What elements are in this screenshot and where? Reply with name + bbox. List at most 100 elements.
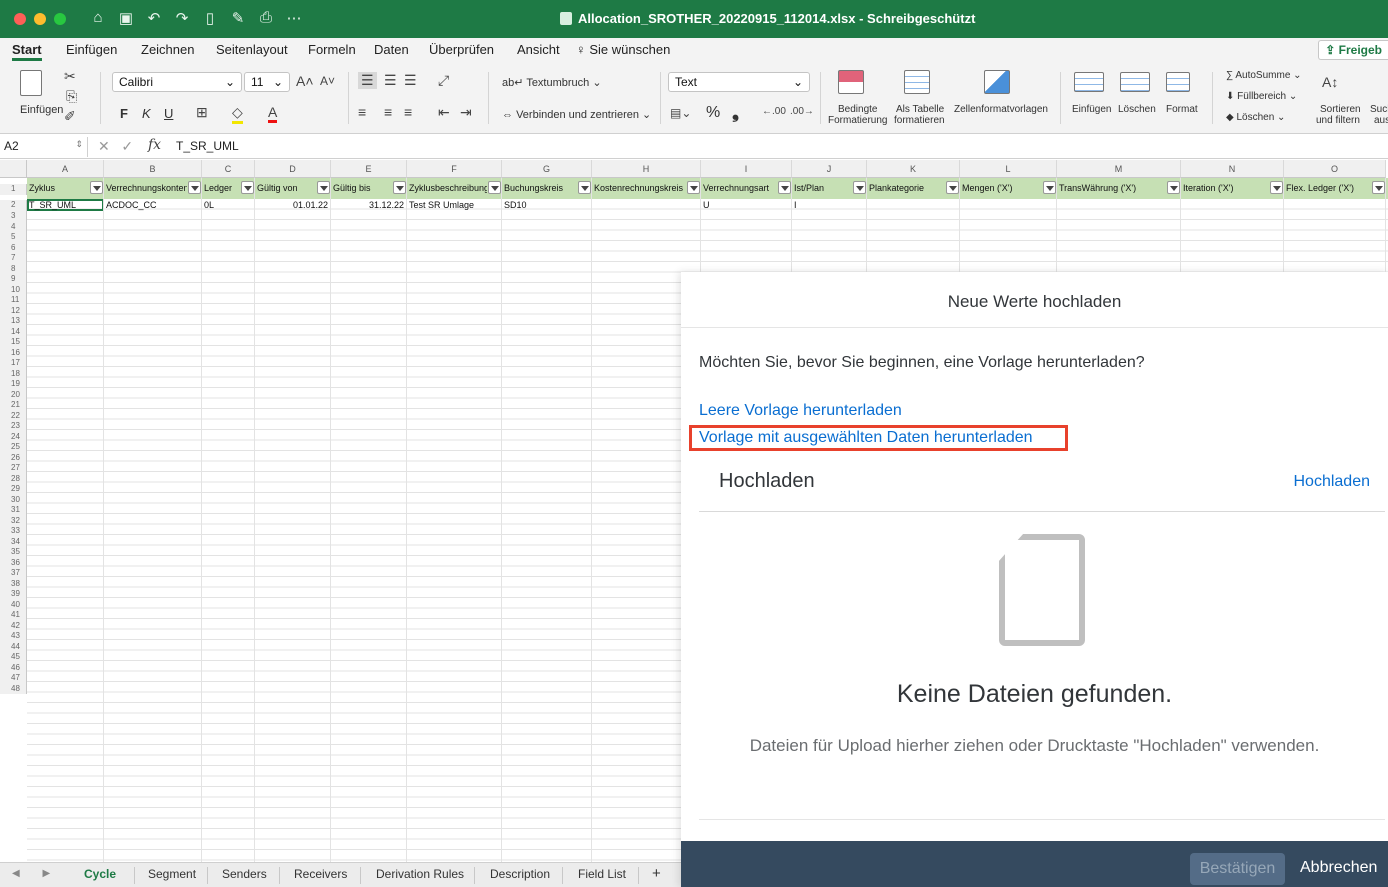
filter-dropdown-icon[interactable]: [1270, 181, 1283, 194]
filter-dropdown-icon[interactable]: [1043, 181, 1056, 194]
download-empty-template-link[interactable]: Leere Vorlage herunterladen: [699, 402, 902, 420]
row-header[interactable]: 43: [0, 631, 27, 642]
row-header[interactable]: 38: [0, 578, 27, 589]
row-header[interactable]: 7: [0, 253, 27, 264]
table-cell[interactable]: [1284, 200, 1386, 210]
redo-icon[interactable]: ↷: [174, 9, 190, 27]
borders-icon[interactable]: ⊞: [196, 104, 208, 121]
filter-dropdown-icon[interactable]: [687, 181, 700, 194]
align-middle-icon[interactable]: ☰: [384, 72, 397, 89]
row-header[interactable]: 4: [0, 221, 27, 232]
clear-button[interactable]: ◆ Löschen ⌄: [1226, 112, 1285, 123]
column-header[interactable]: L: [960, 160, 1057, 178]
format-painter-icon[interactable]: ✐: [64, 108, 76, 125]
cut-icon[interactable]: ✂: [64, 68, 76, 85]
sheet-tab-description[interactable]: Description: [490, 867, 550, 881]
row-header[interactable]: 29: [0, 484, 27, 495]
insert-cells-icon[interactable]: [1074, 72, 1104, 92]
row-header[interactable]: 9: [0, 274, 27, 285]
insert-cells-label[interactable]: Einfügen: [1072, 104, 1111, 115]
undo-icon[interactable]: ↶: [146, 9, 162, 27]
save-icon[interactable]: ▣: [118, 9, 134, 27]
row-header[interactable]: 24: [0, 431, 27, 442]
table-cell[interactable]: [960, 200, 1057, 210]
filter-dropdown-icon[interactable]: [90, 181, 103, 194]
align-right-icon[interactable]: ≡: [404, 104, 412, 120]
sheet-tab-field-list[interactable]: Field List: [578, 867, 626, 881]
row-header[interactable]: 34: [0, 536, 27, 547]
row-header[interactable]: 36: [0, 557, 27, 568]
tab-draw[interactable]: Zeichnen: [141, 42, 194, 57]
sheet-tab-derivation-rules[interactable]: Derivation Rules: [376, 867, 464, 881]
table-cell[interactable]: [1057, 200, 1181, 210]
wrap-text-button[interactable]: ab↵ Textumbruch ⌄: [502, 76, 602, 89]
filter-dropdown-icon[interactable]: [1372, 181, 1385, 194]
autosum-button[interactable]: ∑ AutoSumme ⌄: [1226, 70, 1302, 81]
filter-dropdown-icon[interactable]: [578, 181, 591, 194]
table-cell[interactable]: 0L: [202, 200, 255, 210]
row-header[interactable]: 44: [0, 641, 27, 652]
align-top-icon[interactable]: ☰: [358, 72, 377, 89]
filter-dropdown-icon[interactable]: [1167, 181, 1180, 194]
font-select[interactable]: Calibri ⌄: [112, 72, 242, 92]
new-file-icon[interactable]: ▯: [202, 9, 218, 27]
row-header[interactable]: 26: [0, 452, 27, 463]
font-color-icon[interactable]: A: [268, 104, 278, 123]
sort-filter-icon[interactable]: A↕: [1322, 74, 1338, 90]
decrease-decimal-icon[interactable]: .00→: [790, 106, 814, 117]
table-header-cell[interactable]: Kostenrechnungskreis: [592, 178, 686, 199]
sort-filter-label-2[interactable]: und filtern: [1316, 115, 1360, 126]
minimize-window-button[interactable]: [34, 13, 46, 25]
bold-button[interactable]: F: [120, 106, 128, 121]
sheet-tab-receivers[interactable]: Receivers: [294, 867, 347, 881]
row-header[interactable]: 6: [0, 242, 27, 253]
fx-icon[interactable]: fx: [148, 137, 161, 153]
find-label-2[interactable]: aus: [1374, 115, 1388, 126]
format-as-table-icon[interactable]: [904, 70, 930, 94]
italic-button[interactable]: K: [142, 106, 151, 121]
table-header-cell[interactable]: Verrechnungskonten: [104, 178, 187, 199]
row-header[interactable]: 17: [0, 358, 27, 369]
table-cell[interactable]: 01.01.22: [255, 200, 331, 210]
row-header[interactable]: 20: [0, 389, 27, 400]
tab-formulas[interactable]: Formeln: [308, 42, 356, 57]
sheet-tab-cycle[interactable]: Cycle: [84, 867, 116, 881]
row-header[interactable]: 13: [0, 316, 27, 327]
underline-button[interactable]: U: [164, 106, 173, 121]
column-header[interactable]: K: [867, 160, 960, 178]
cell-styles-label[interactable]: Zellenformatvorlagen: [954, 104, 1048, 115]
row-header[interactable]: 25: [0, 442, 27, 453]
cell-styles-icon[interactable]: [984, 70, 1010, 94]
row-header[interactable]: 41: [0, 610, 27, 621]
row-header[interactable]: 2: [0, 200, 27, 211]
number-format-select[interactable]: Text ⌄: [668, 72, 810, 92]
align-center-icon[interactable]: ≡: [384, 104, 392, 120]
conditional-format-icon[interactable]: [838, 70, 864, 94]
table-header-cell[interactable]: Mengen ('X'): [960, 178, 1042, 199]
row-header[interactable]: 31: [0, 505, 27, 516]
table-header-cell[interactable]: Gültig von: [255, 178, 316, 199]
row-header[interactable]: 1: [0, 184, 27, 195]
table-header-cell[interactable]: Ist/Plan: [792, 178, 852, 199]
column-header[interactable]: B: [104, 160, 202, 178]
column-header[interactable]: E: [331, 160, 407, 178]
tell-me-search[interactable]: ♀ Sie wünschen: [576, 42, 670, 57]
upload-button[interactable]: Hochladen: [1294, 473, 1371, 491]
sort-filter-label[interactable]: Sortieren: [1320, 104, 1361, 115]
percent-button[interactable]: %: [706, 104, 720, 122]
row-header[interactable]: 30: [0, 494, 27, 505]
increase-decimal-icon[interactable]: ←.00: [762, 106, 786, 117]
table-cell[interactable]: SD10: [502, 200, 592, 210]
column-header[interactable]: D: [255, 160, 331, 178]
format-cells-label[interactable]: Format: [1166, 104, 1198, 115]
tab-insert[interactable]: Einfügen: [66, 42, 117, 57]
table-header-cell[interactable]: Gültig bis: [331, 178, 392, 199]
tab-start[interactable]: Start: [12, 42, 42, 61]
column-header[interactable]: M: [1057, 160, 1181, 178]
column-header[interactable]: J: [792, 160, 867, 178]
table-cell[interactable]: U: [701, 200, 792, 210]
column-header[interactable]: N: [1181, 160, 1284, 178]
zoom-window-button[interactable]: [54, 13, 66, 25]
row-header[interactable]: 28: [0, 473, 27, 484]
column-header[interactable]: H: [592, 160, 701, 178]
